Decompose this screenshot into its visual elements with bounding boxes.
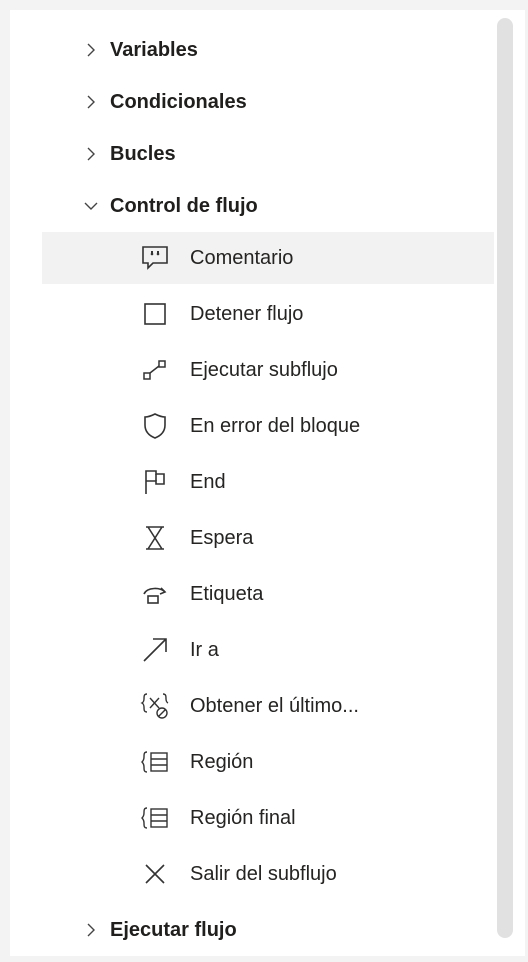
flag-icon xyxy=(140,467,170,497)
action-item-ejecutar-subflujo[interactable]: Ejecutar subflujo xyxy=(42,344,494,396)
end-region-icon xyxy=(140,803,170,833)
chevron-down-icon[interactable] xyxy=(82,197,100,215)
variable-error-icon xyxy=(140,691,170,721)
action-label: En error del bloque xyxy=(190,414,361,437)
label-icon xyxy=(140,579,170,609)
run-subflow-icon xyxy=(140,355,170,385)
action-label: Espera xyxy=(190,526,254,549)
shield-icon xyxy=(140,411,170,441)
goto-arrow-icon xyxy=(140,635,170,665)
action-item-salir-del-subflujo[interactable]: Salir del subflujo xyxy=(42,848,494,900)
action-item-comentario[interactable]: Comentario xyxy=(42,232,494,284)
tree-group-variables[interactable]: Variables xyxy=(42,24,494,76)
action-label: Región final xyxy=(190,806,296,829)
group-label: Control de flujo xyxy=(110,194,258,217)
close-icon xyxy=(140,859,170,889)
action-item-end[interactable]: End xyxy=(42,456,494,508)
action-label: Detener flujo xyxy=(190,302,304,325)
chevron-right-icon[interactable] xyxy=(82,145,100,163)
action-item-etiqueta[interactable]: Etiqueta xyxy=(42,568,494,620)
action-label: Etiqueta xyxy=(190,582,264,605)
action-label: Ir a xyxy=(190,638,219,661)
action-label: Ejecutar subflujo xyxy=(190,358,338,381)
action-item-en-error-del-bloque[interactable]: En error del bloque xyxy=(42,400,494,452)
action-label: Región xyxy=(190,750,254,773)
action-item-ir-a[interactable]: Ir a xyxy=(42,624,494,676)
tree-group-ejecutar-flujo[interactable]: Ejecutar flujo xyxy=(42,904,494,956)
tree-group-control-de-flujo[interactable]: Control de flujo xyxy=(42,180,494,232)
action-label: End xyxy=(190,470,226,493)
action-item-region-final[interactable]: Región final xyxy=(42,792,494,844)
actions-panel: Variables Condicionales Bucles Control d… xyxy=(10,10,525,956)
group-label: Bucles xyxy=(110,142,176,165)
group-label: Ejecutar flujo xyxy=(110,918,237,941)
stop-flow-icon xyxy=(140,299,170,329)
action-item-detener-flujo[interactable]: Detener flujo xyxy=(42,288,494,340)
action-label: Obtener el último... xyxy=(190,694,359,717)
group-label: Variables xyxy=(110,38,198,61)
tree-group-bucles[interactable]: Bucles xyxy=(42,128,494,180)
action-item-espera[interactable]: Espera xyxy=(42,512,494,564)
action-item-obtener-el-ultimo[interactable]: Obtener el último... xyxy=(42,680,494,732)
chevron-right-icon[interactable] xyxy=(82,93,100,111)
action-item-region[interactable]: Región xyxy=(42,736,494,788)
vertical-scrollbar[interactable] xyxy=(497,18,513,938)
group-label: Condicionales xyxy=(110,90,247,113)
comment-icon xyxy=(140,243,170,273)
chevron-right-icon[interactable] xyxy=(82,41,100,59)
action-label: Comentario xyxy=(190,246,294,269)
action-label: Salir del subflujo xyxy=(190,862,337,885)
region-icon xyxy=(140,747,170,777)
hourglass-icon xyxy=(140,523,170,553)
chevron-right-icon[interactable] xyxy=(82,921,100,939)
tree-group-condicionales[interactable]: Condicionales xyxy=(42,76,494,128)
